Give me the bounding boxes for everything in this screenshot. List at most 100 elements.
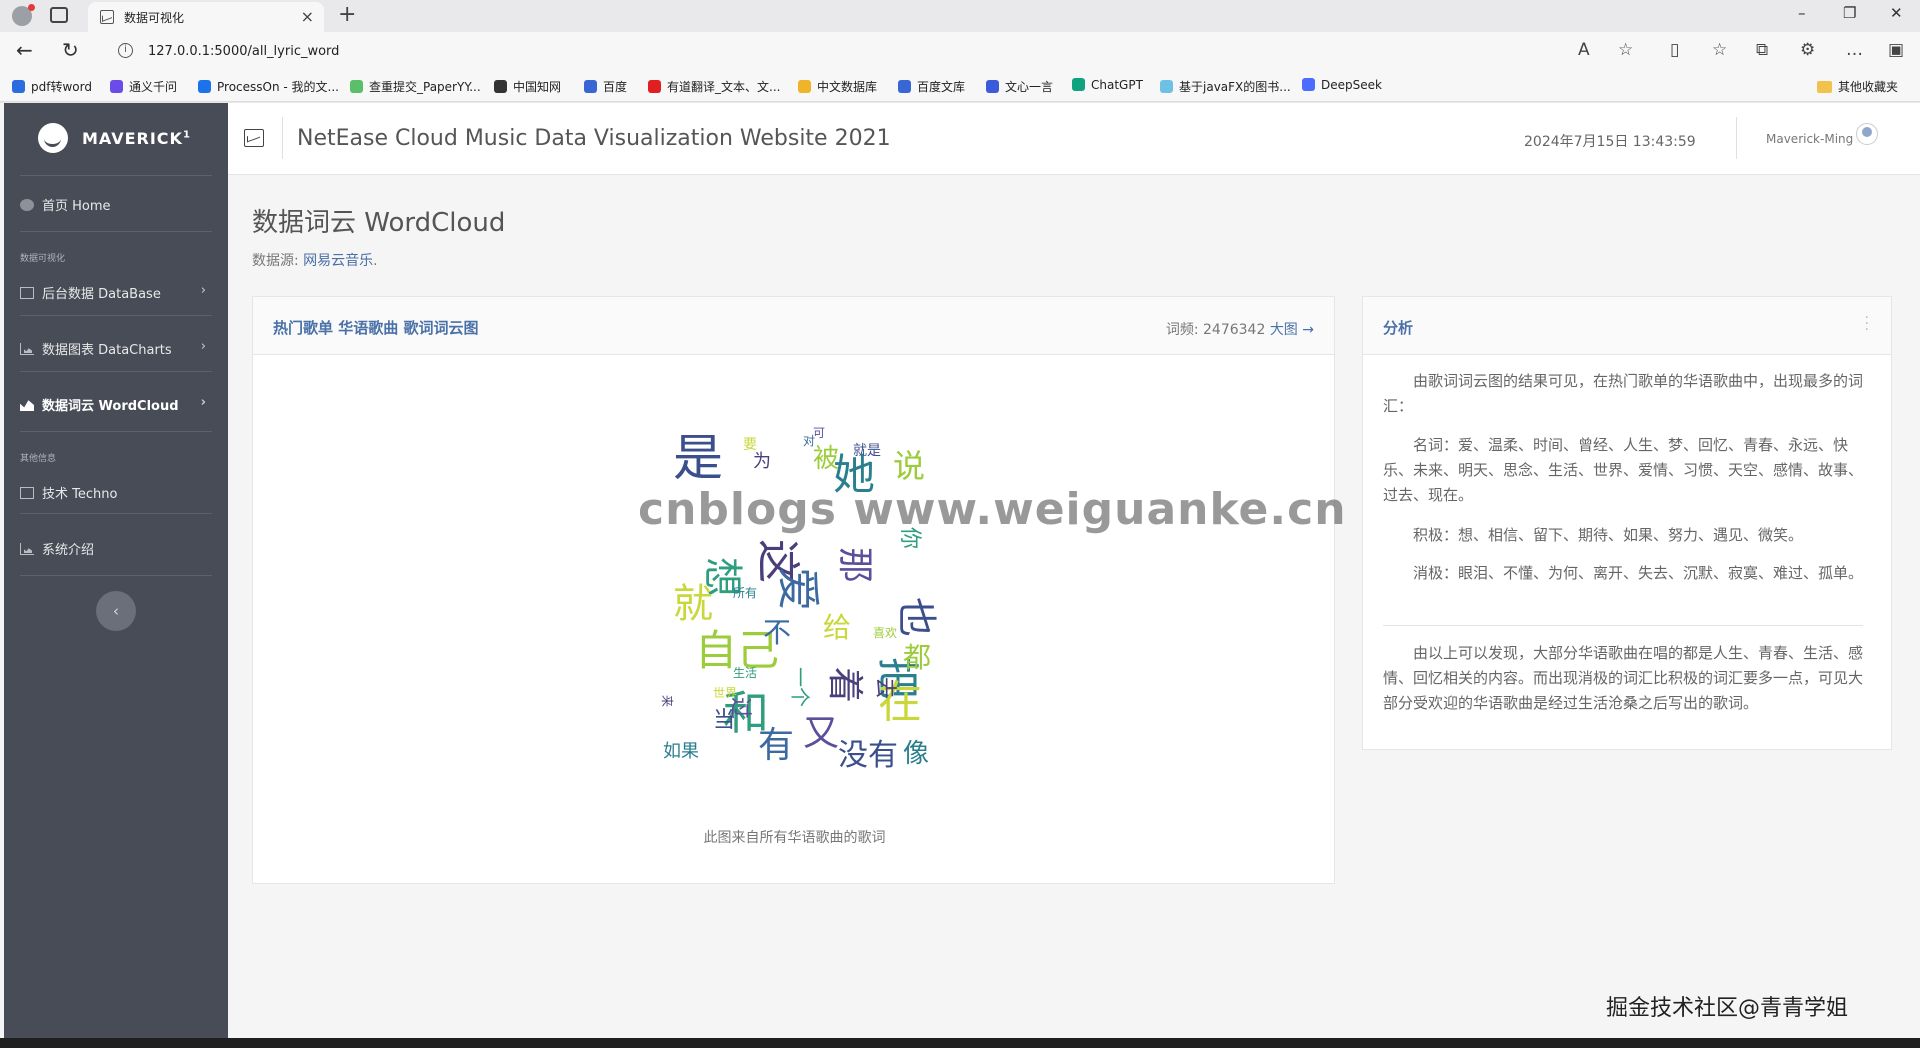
url-text[interactable]: 127.0.0.1:5000/all_lyric_word <box>148 44 339 59</box>
close-window-icon[interactable]: ✕ <box>1890 4 1903 22</box>
freq-value: 2476342 <box>1203 322 1266 338</box>
back-icon[interactable]: ← <box>16 38 33 62</box>
bookmark-item[interactable]: 文心一言 <box>986 78 1053 95</box>
user-name[interactable]: Maverick-Ming <box>1766 132 1853 146</box>
more-menu-icon[interactable]: … <box>1846 40 1863 60</box>
data-source-end: . <box>373 253 378 269</box>
sidebar-divider <box>20 371 212 372</box>
current-datetime: 2024年7月15日 13:43:59 <box>1524 134 1696 150</box>
big-image-link[interactable]: 大图 → <box>1270 322 1314 338</box>
new-tab-icon[interactable]: + <box>338 2 356 27</box>
sidebar-item-about[interactable]: 系统介绍 <box>20 539 216 563</box>
header-divider <box>282 117 283 159</box>
sidebar-collapse-button[interactable]: ‹ <box>96 591 136 631</box>
sidebar-divider <box>20 231 212 232</box>
sidebar-item-home[interactable]: 首页 Home <box>20 195 216 219</box>
wordcloud-word: 就 <box>673 581 713 627</box>
chevron-right-icon: › <box>200 283 206 298</box>
other-bookmarks-folder[interactable]: 其他收藏夹 <box>1816 78 1898 95</box>
card-header: 热门歌单 华语歌曲 歌词词云图 词频: 2476342 大图 → <box>253 297 1334 355</box>
sidebar-item-wordcloud[interactable]: 数据词云 WordCloud › <box>20 395 216 419</box>
wordcloud-word: 可 <box>813 427 825 440</box>
wordcloud-word: 如果 <box>663 741 699 762</box>
bookmark-item[interactable]: 百度文库 <box>898 78 965 95</box>
wordcloud-word: 就是 <box>853 443 881 459</box>
wordcloud-word: 去 <box>872 677 897 699</box>
analysis-paragraph: 由以上可以发现，大部分华语歌曲在唱的都是人生、青春、生活、感情、回忆相关的内容。… <box>1383 644 1864 712</box>
wordcloud-word: 爱 <box>772 567 823 611</box>
url-field[interactable]: i 127.0.0.1:5000/all_lyric_word <box>100 36 1660 66</box>
bookmark-item[interactable]: 通义千问 <box>110 78 177 95</box>
dashboard-icon <box>20 199 34 211</box>
wordcloud-word: 不 <box>763 616 791 649</box>
analysis-paragraph: 名词：爱、温柔、时间、曾经、人生、梦、回忆、青春、永远、快乐、未来、明天、思念、… <box>1383 436 1864 504</box>
bookmark-item[interactable]: pdf转word <box>12 78 92 95</box>
page-title: 数据词云 WordCloud <box>252 208 506 238</box>
bookmark-item[interactable]: 中文数据库 <box>798 78 877 95</box>
favorite-star-icon[interactable]: ☆ <box>1618 40 1633 60</box>
analysis-divider <box>1383 625 1863 626</box>
sidebar-divider <box>20 431 212 432</box>
bookmark-item[interactable]: ChatGPT <box>1072 78 1143 92</box>
extensions-icon[interactable]: ⚙ <box>1800 40 1815 60</box>
avatar[interactable] <box>1856 123 1878 145</box>
freq-label: 词频: <box>1165 322 1203 338</box>
chart-logo-icon <box>244 129 264 147</box>
chevron-right-icon: › <box>200 395 206 410</box>
bookmark-item[interactable]: DeepSeek <box>1302 78 1382 92</box>
sidebar-item-label: 系统介绍 <box>42 543 95 558</box>
minimize-icon[interactable]: – <box>1798 4 1806 22</box>
more-options-icon[interactable]: · · · <box>1865 311 1869 337</box>
wordcloud-word: 被 <box>813 444 839 474</box>
site-info-icon[interactable]: i <box>118 43 133 58</box>
bookmark-item[interactable]: 有道翻译_文本、文... <box>648 78 780 95</box>
sidebar-item-datacharts[interactable]: 数据图表 DataCharts › <box>20 339 216 363</box>
chart-icon <box>20 343 34 355</box>
wordcloud-word: 也 <box>893 597 939 637</box>
wordcloud-word: 都 <box>903 641 931 674</box>
analysis-paragraph: 积极：想、相信、留下、期待、如果、努力、遇见、微笑。 <box>1413 526 1804 544</box>
sidebar-divider <box>20 513 212 514</box>
word-frequency: 词频: 2476342 大图 → <box>1166 319 1314 339</box>
bookmark-item[interactable]: 查重提交_PaperYY... <box>350 78 481 95</box>
close-tab-icon[interactable]: × <box>301 7 314 26</box>
bookmark-item[interactable]: 百度 <box>584 78 627 95</box>
tab-actions-icon[interactable] <box>50 7 68 23</box>
read-aloud-icon[interactable]: A <box>1578 40 1590 60</box>
wordcloud-image[interactable]: 是她说这想就爱那也把自己着和在有又没有像都去一个给不过当如果被为你要对可就是 所有… <box>653 427 953 777</box>
chevron-right-icon: › <box>200 339 206 354</box>
favorites-icon[interactable]: ☆ <box>1712 40 1727 60</box>
analysis-card: 分析 · · · 由歌词词云图的结果可见，在热门歌单的华语歌曲中，出现最多的词汇： … <box>1362 296 1892 750</box>
bookmark-item[interactable]: ProcessOn - 我的文... <box>198 78 339 95</box>
bookmark-item[interactable]: 基于javaFX的图书... <box>1160 78 1291 95</box>
wordcloud-word: 一个 <box>788 667 812 707</box>
reload-icon[interactable]: ↻ <box>62 38 79 62</box>
sidebar-toggle-icon[interactable]: ▣ <box>1888 40 1904 60</box>
os-taskbar <box>0 1038 1920 1048</box>
wordcloud-word: 说 <box>893 447 925 485</box>
table-icon <box>20 287 34 299</box>
wordcloud-card: 热门歌单 华语歌曲 歌词词云图 词频: 2476342 大图 → 是她说这想就爱… <box>252 296 1335 884</box>
area-chart-icon <box>20 400 34 411</box>
sidebar: MAVERICK1 首页 Home 数据可视化 后台数据 DataBase › … <box>4 103 228 1038</box>
sidebar-item-techno[interactable]: 技术 Techno <box>20 483 216 507</box>
sidebar-section-label: 其他信息 <box>20 454 57 464</box>
restore-icon[interactable]: ❐ <box>1843 4 1856 22</box>
wordcloud-word: 没有 <box>838 738 898 773</box>
wordcloud-word: 当 <box>713 708 735 733</box>
browser-tab[interactable]: 数据可视化 × <box>88 2 324 32</box>
wordcloud-word: 那 <box>834 547 875 583</box>
card-title: 分析 <box>1383 319 1414 337</box>
sidebar-divider <box>20 175 212 176</box>
smile-logo-icon <box>38 123 68 153</box>
bookmark-item[interactable]: 中国知网 <box>494 78 561 95</box>
collections-icon[interactable]: ⧉ <box>1756 40 1768 60</box>
card-header: 分析 · · · <box>1363 297 1891 355</box>
chart-favicon-icon <box>100 10 114 24</box>
sidebar-item-database[interactable]: 后台数据 DataBase › <box>20 283 216 307</box>
profile-icon[interactable] <box>12 4 35 26</box>
split-screen-icon[interactable]: ▯ <box>1670 40 1679 60</box>
data-source-link[interactable]: 网易云音乐 <box>303 253 373 269</box>
wordcloud-svg: 是她说这想就 爱那也把自己着和 在有 又没有 像都去一个给不过当如果被为你要 对可就是所有… <box>660 427 939 773</box>
wordcloud-word: 又 <box>803 713 839 754</box>
